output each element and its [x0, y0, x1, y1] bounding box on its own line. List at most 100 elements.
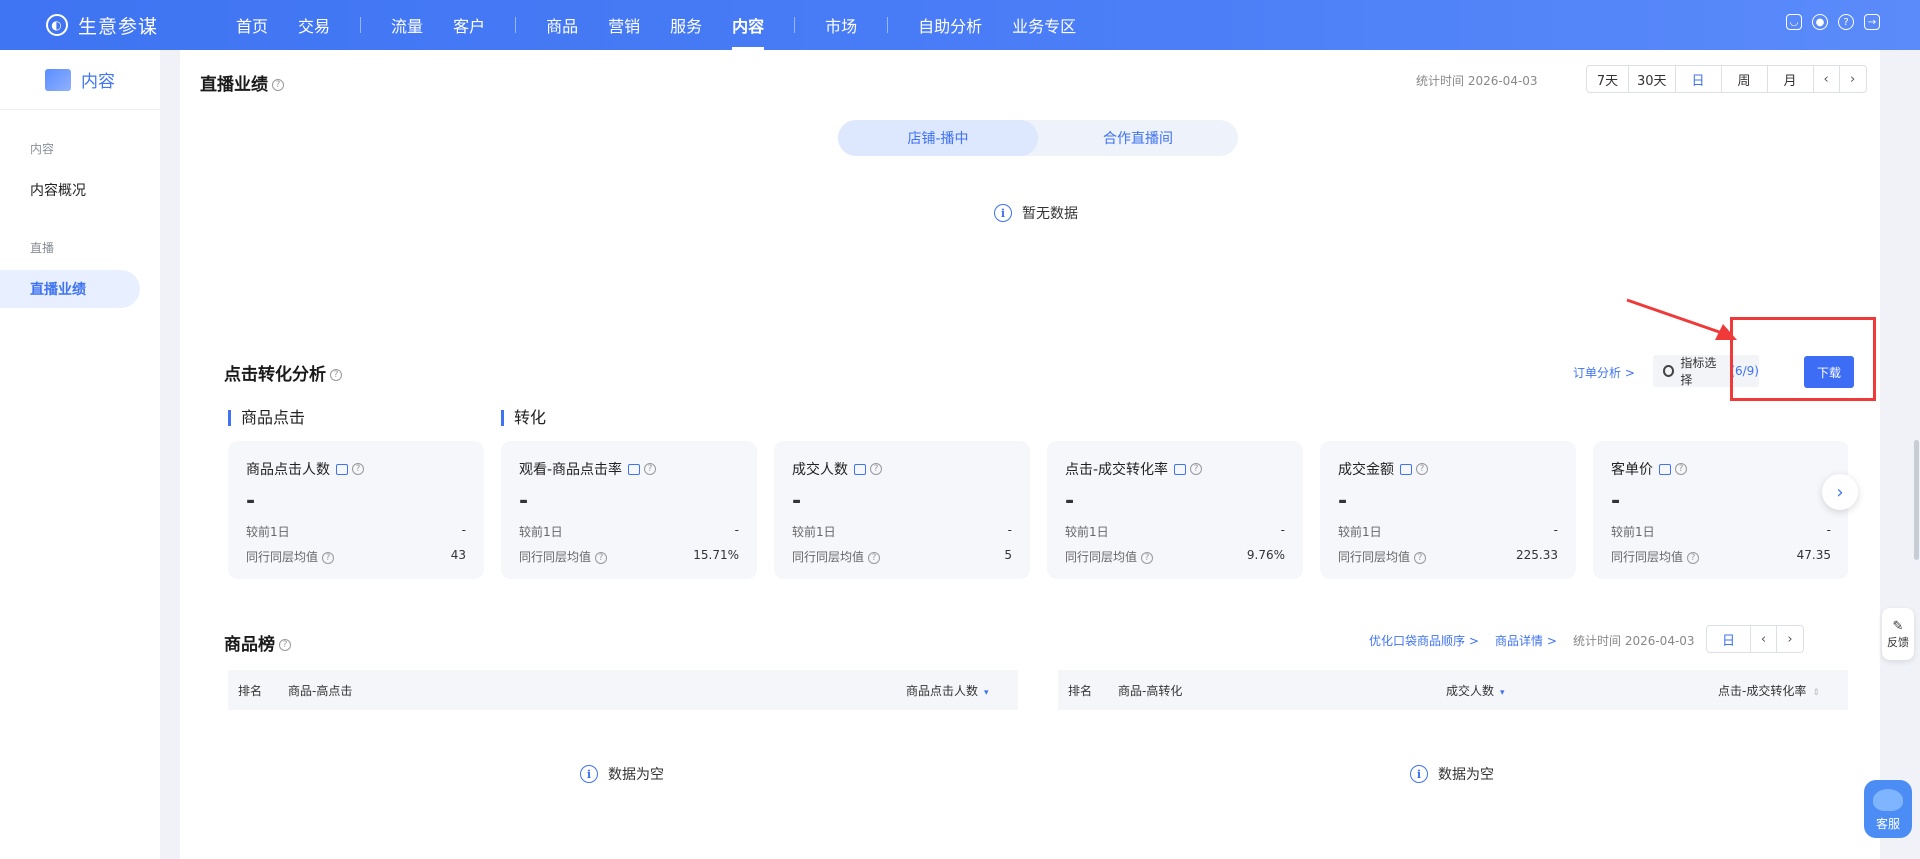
nav-item-customer[interactable]: 客户 — [453, 0, 485, 50]
help-icon[interactable]: ? — [279, 639, 291, 651]
help-icon[interactable]: ? — [1141, 551, 1154, 564]
trend-chart-icon[interactable] — [628, 463, 641, 475]
user-icon[interactable]: ● — [1812, 14, 1828, 30]
col-metric[interactable]: 点击-成交转化率 ⇕ — [1718, 682, 1820, 699]
metric-card[interactable]: 观看-商品点击率? - 较前1日 - 同行同层均值? 15.71% — [501, 441, 757, 579]
product-detail-link[interactable]: 商品详情 > — [1495, 632, 1557, 649]
trend-chart-icon[interactable] — [1174, 463, 1187, 475]
chevron-left-icon[interactable]: ‹ — [1751, 626, 1777, 652]
live-section-title: 直播业绩? — [200, 70, 284, 95]
nav-item-content[interactable]: 内容 — [732, 0, 765, 50]
feedback-button[interactable]: ✎ 反馈 — [1882, 608, 1914, 660]
metric-card[interactable]: 成交人数? - 较前1日 - 同行同层均值? 5 — [774, 441, 1030, 579]
trend-chart-icon[interactable] — [336, 463, 348, 475]
period-week[interactable]: 周 — [1722, 66, 1768, 92]
info-icon: i — [1410, 765, 1428, 783]
help-icon[interactable]: ? — [1687, 551, 1700, 564]
nav-item-business[interactable]: 业务专区 — [1012, 0, 1076, 50]
click-section-title: 点击转化分析? — [224, 360, 342, 385]
nav-item-marketing[interactable]: 营销 — [608, 0, 640, 50]
brand-name: 生意参谋 — [78, 15, 159, 38]
help-icon[interactable]: ? — [352, 463, 364, 475]
brand[interactable]: ◐ 生意参谋 — [46, 12, 158, 39]
trend-chart-icon[interactable] — [854, 463, 866, 475]
metric-title: 点击-成交转化率 — [1065, 462, 1169, 478]
nav-item-home[interactable]: 首页 — [236, 0, 268, 50]
nav-item-self-analysis[interactable]: 自助分析 — [918, 0, 982, 50]
help-icon[interactable]: ? — [870, 463, 882, 475]
sort-icon[interactable]: ▾ — [1500, 688, 1508, 698]
prev-value: - — [734, 523, 739, 537]
help-icon[interactable]: ? — [1838, 14, 1854, 30]
sidebar-item-content-overview[interactable]: 内容概况 — [0, 171, 160, 209]
help-icon[interactable]: ? — [1414, 551, 1427, 564]
metric-title-row: 观看-商品点击率? — [519, 459, 739, 479]
sidebar-item-live-performance[interactable]: 直播业绩 — [0, 270, 140, 308]
help-icon[interactable]: ? — [644, 463, 657, 475]
col-rank: 排名 — [238, 683, 263, 698]
optimize-order-link[interactable]: 优化口袋商品顺序 > — [1369, 632, 1479, 649]
period-day[interactable]: 日 — [1707, 626, 1751, 652]
cards-next-button[interactable]: › — [1822, 474, 1858, 510]
sort-icon[interactable]: ⇕ — [1812, 688, 1820, 698]
col-metric[interactable]: 成交人数 ▾ — [1446, 682, 1508, 699]
peer-label: 同行同层均值 — [246, 550, 319, 564]
peer-value: 5 — [1004, 548, 1012, 562]
metric-prev-row: 较前1日 - — [792, 523, 1012, 540]
metric-card[interactable]: 商品点击人数? - 较前1日 - 同行同层均值? 43 — [228, 441, 484, 579]
trend-chart-icon[interactable] — [1659, 463, 1671, 475]
help-icon[interactable]: ? — [330, 369, 342, 381]
rank-left-empty: i 数据为空 — [580, 764, 664, 784]
rank-right-empty: i 数据为空 — [1410, 764, 1494, 784]
period-30d[interactable]: 30天 — [1629, 66, 1676, 92]
period-day[interactable]: 日 — [1676, 66, 1722, 92]
prev-label: 较前1日 — [246, 525, 290, 539]
col-metric[interactable]: 商品点击人数 ▾ — [906, 682, 992, 699]
help-icon[interactable]: ? — [595, 551, 608, 564]
col-metric-text: 点击-成交转化率 — [1718, 683, 1807, 698]
help-icon[interactable]: ? — [1416, 463, 1428, 475]
prev-value: - — [1826, 523, 1831, 537]
nav-item-service[interactable]: 服务 — [670, 0, 702, 50]
help-icon[interactable]: ? — [1190, 463, 1203, 475]
prev-value: - — [461, 523, 466, 537]
prev-label: 较前1日 — [1065, 525, 1109, 539]
help-icon[interactable]: ? — [1675, 463, 1687, 475]
metric-card[interactable]: 客单价? - 较前1日 - 同行同层均值? 47.35 — [1593, 441, 1848, 579]
sort-icon[interactable]: ▾ — [984, 688, 992, 698]
nav-item-product[interactable]: 商品 — [546, 0, 578, 50]
order-analysis-link[interactable]: 订单分析 > — [1573, 364, 1635, 381]
metric-value: - — [1065, 489, 1075, 514]
nav-item-trade[interactable]: 交易 — [298, 0, 330, 50]
scrollbar[interactable] — [1914, 440, 1919, 560]
tab-partner-live[interactable]: 合作直播间 — [1038, 120, 1238, 156]
mascot-icon — [1873, 789, 1903, 811]
nav-item-traffic[interactable]: 流量 — [391, 0, 423, 50]
live-empty-state: i 暂无数据 — [994, 203, 1078, 223]
bag-icon[interactable]: ◡ — [1786, 14, 1802, 30]
metric-peer-row: 同行同层均值? 5 — [792, 548, 1012, 565]
live-tabs: 店铺-播中 合作直播间 — [838, 120, 1238, 156]
help-icon[interactable]: ? — [868, 551, 881, 564]
highlight-box — [1730, 317, 1876, 401]
metric-title: 观看-商品点击率 — [519, 462, 623, 478]
metric-card[interactable]: 点击-成交转化率? - 较前1日 - 同行同层均值? 9.76% — [1047, 441, 1303, 579]
period-7d[interactable]: 7天 — [1587, 66, 1629, 92]
help-icon[interactable]: ? — [322, 551, 335, 564]
service-label: 客服 — [1875, 817, 1900, 831]
feedback-label: 反馈 — [1887, 635, 1909, 649]
trend-chart-icon[interactable] — [1400, 463, 1412, 475]
metric-title-row: 成交人数? — [792, 459, 1012, 479]
chevron-left-icon[interactable]: ‹ — [1814, 66, 1840, 92]
tab-store-live[interactable]: 店铺-播中 — [838, 120, 1038, 156]
nav-item-market[interactable]: 市场 — [825, 0, 857, 50]
help-icon[interactable]: ? — [272, 79, 284, 91]
customer-service-button[interactable]: 客服 — [1864, 780, 1912, 838]
rank-title-text: 商品榜 — [224, 635, 275, 655]
col-item: 商品-高点击 — [288, 683, 353, 698]
logout-icon[interactable]: → — [1864, 14, 1880, 30]
chevron-right-icon[interactable]: › — [1840, 66, 1866, 92]
chevron-right-icon[interactable]: › — [1777, 626, 1803, 652]
metric-card[interactable]: 成交金额? - 较前1日 - 同行同层均值? 225.33 — [1320, 441, 1576, 579]
period-month[interactable]: 月 — [1768, 66, 1814, 92]
